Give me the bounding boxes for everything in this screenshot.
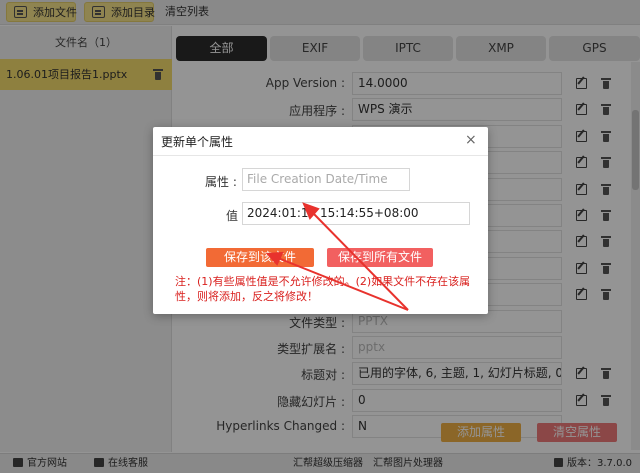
arrow-to-save-button [277, 257, 409, 311]
arrow-to-save-button-head [265, 251, 284, 266]
arrow-to-value [311, 211, 409, 311]
annotation-arrows [265, 202, 409, 311]
